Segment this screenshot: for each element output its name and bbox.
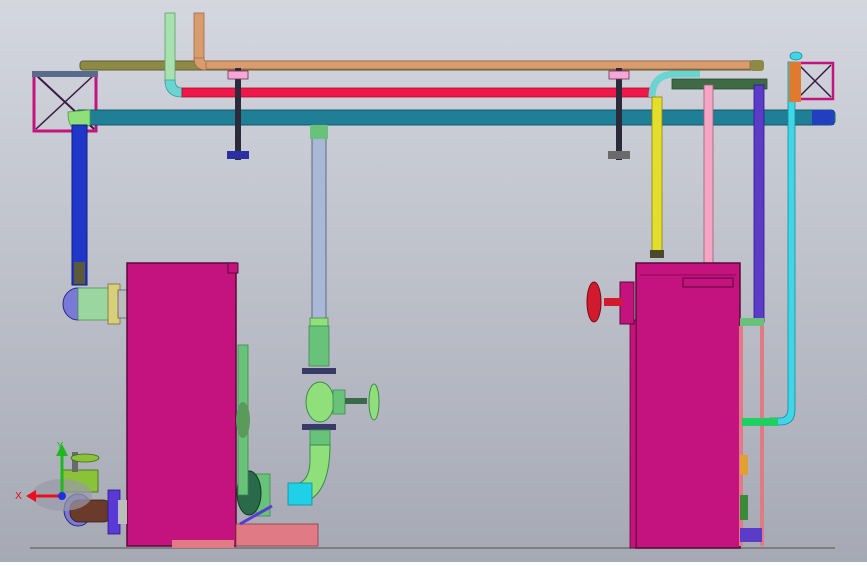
- copper-header-pipe: [204, 60, 751, 70]
- light-green-riser: [164, 12, 176, 84]
- red-header-pipe: [181, 87, 653, 98]
- hanger-base: [227, 151, 249, 159]
- olive-pipe-cap: [750, 60, 764, 71]
- hanger-clamp: [227, 70, 249, 80]
- left-rack-top-beam: [32, 71, 98, 77]
- lower-valve-handwheel: [70, 453, 100, 463]
- hanger-base: [608, 151, 630, 159]
- triad-z-axis: [58, 492, 66, 500]
- hanger-rod: [235, 68, 241, 160]
- purple-riser: [753, 84, 765, 323]
- right-boiler-body: [635, 262, 741, 549]
- pink-riser: [703, 84, 714, 266]
- side-frame-base: [740, 528, 762, 542]
- steel-pipe-coupling: [310, 125, 328, 139]
- yellow-riser: [651, 96, 663, 256]
- inlet-elbow-body: [77, 287, 111, 321]
- side-frame-top: [740, 318, 764, 326]
- copper-riser: [193, 12, 205, 62]
- blue-pipe-coupling: [74, 262, 85, 284]
- pump-coupling: [287, 482, 313, 506]
- pump-inlet-spool: [308, 325, 330, 367]
- side-frame-fitting: [740, 495, 748, 520]
- dark-green-header-pipe: [671, 78, 768, 90]
- right-valve-handwheel: [586, 281, 602, 323]
- right-valve-stem: [604, 298, 622, 306]
- center-valve-body: [305, 381, 335, 423]
- side-frame-crossbar: [742, 418, 778, 426]
- right-boiler-leg: [629, 319, 637, 549]
- left-boiler-body: [126, 262, 237, 547]
- blue-drop-pipe: [71, 124, 88, 286]
- valve-stem: [345, 398, 367, 404]
- teal-header-cap: [812, 110, 834, 125]
- left-boiler-base: [172, 540, 234, 548]
- valve-handwheel: [368, 383, 380, 421]
- steel-drop-pipe: [311, 124, 327, 321]
- pump-skid: [235, 523, 319, 547]
- right-valve-flange: [619, 281, 635, 325]
- cyan-riser-valve: [789, 62, 801, 102]
- upper-inlet-assembly: [62, 283, 129, 325]
- cad-viewport[interactable]: X Y: [0, 0, 867, 562]
- valve-bottom-flange: [302, 424, 336, 430]
- valve-top-flange: [302, 368, 336, 374]
- teal-main-header: [74, 109, 836, 126]
- hanger-clamp: [608, 70, 630, 80]
- triad-y-label: Y: [56, 441, 64, 452]
- piping-assembly-drawing: X Y: [0, 0, 867, 562]
- cyan-riser-cap: [789, 51, 803, 61]
- valve-bonnet: [332, 389, 346, 415]
- pump-motor-bell: [236, 402, 250, 438]
- yellow-riser-flange: [650, 250, 664, 258]
- left-boiler-notch: [227, 262, 239, 274]
- left-equipment: [126, 262, 239, 548]
- side-frame-fitting: [740, 455, 748, 475]
- hanger-rod: [616, 68, 622, 160]
- side-frame-post: [760, 326, 764, 546]
- triad-x-label: X: [15, 491, 22, 502]
- lower-inlet-plate: [118, 500, 127, 524]
